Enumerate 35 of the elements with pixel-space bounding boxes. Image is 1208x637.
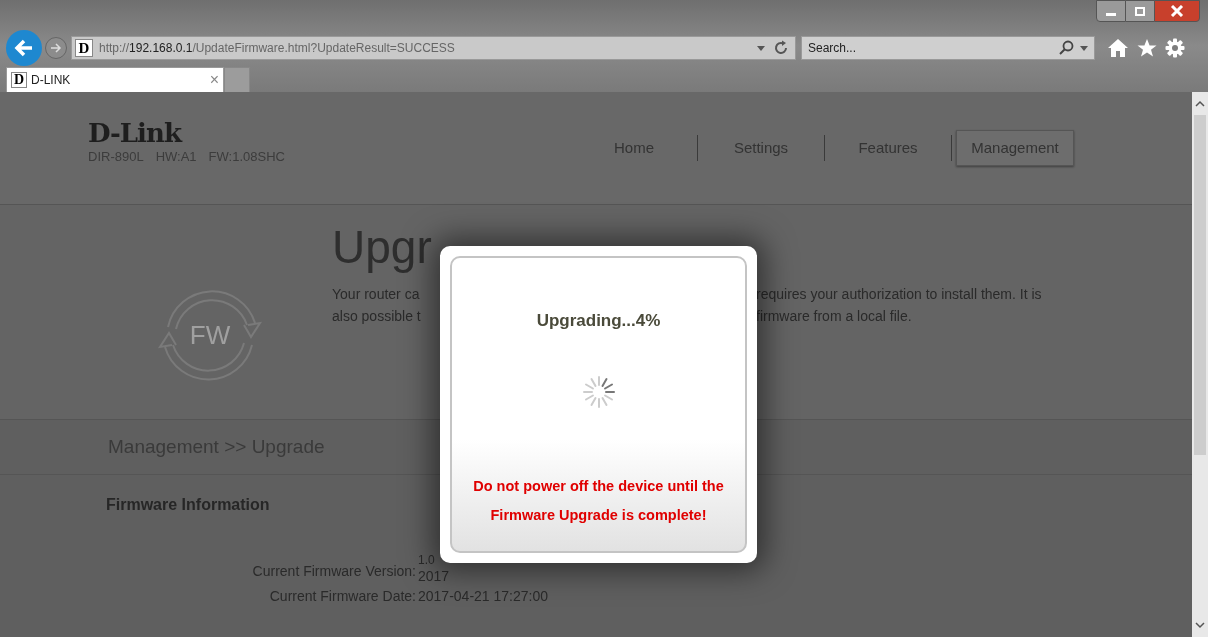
loading-spinner-icon [580, 373, 617, 410]
url-text: http://192.168.0.1/UpdateFirmware.html?UpdateResult=SUCCESS [99, 40, 455, 57]
nav-tab[interactable]: Management [956, 130, 1074, 166]
back-button[interactable] [6, 30, 42, 66]
scrollbar[interactable] [1192, 92, 1208, 637]
description-text: firmware from a local file. [756, 307, 913, 326]
star-icon[interactable] [1137, 38, 1157, 58]
settings-icon[interactable] [1165, 38, 1185, 58]
address-bar[interactable]: D http://192.168.0.1/UpdateFirmware.html?UpdateResult=SUCCESS [71, 36, 796, 60]
favicon-icon: D [75, 39, 93, 57]
forward-button[interactable] [45, 37, 67, 59]
minimize-button[interactable] [1096, 0, 1126, 22]
back-arrow-icon [14, 39, 34, 57]
scroll-up-icon[interactable] [1195, 100, 1205, 107]
dropdown-icon[interactable] [757, 45, 765, 51]
search-field[interactable]: Search... [801, 36, 1095, 60]
browser-tab[interactable]: D D-LINK × [6, 67, 224, 92]
description-text: Your router ca [332, 285, 421, 304]
scroll-down-icon[interactable] [1195, 622, 1205, 629]
description-text: requires your authorization to install them. It is [756, 285, 1042, 304]
tab-close-button[interactable]: × [209, 72, 219, 88]
logo-text: D-Link [88, 119, 183, 148]
progress-status-text: Upgrading...4% [536, 310, 661, 332]
home-icon[interactable] [1107, 38, 1129, 58]
restore-button[interactable] [1126, 0, 1154, 22]
section-title: Firmware Information [106, 495, 270, 515]
warning-text: Firmware Upgrade is complete! [490, 505, 707, 525]
refresh-icon[interactable] [773, 40, 789, 56]
favicon-icon: D [11, 72, 27, 88]
dropdown-icon[interactable] [1080, 45, 1088, 51]
warning-text: Do not power off the device until the [473, 476, 724, 496]
forward-arrow-icon [50, 43, 62, 53]
search-icon[interactable] [1058, 40, 1074, 56]
close-icon [1170, 5, 1184, 17]
close-button[interactable] [1154, 0, 1200, 22]
